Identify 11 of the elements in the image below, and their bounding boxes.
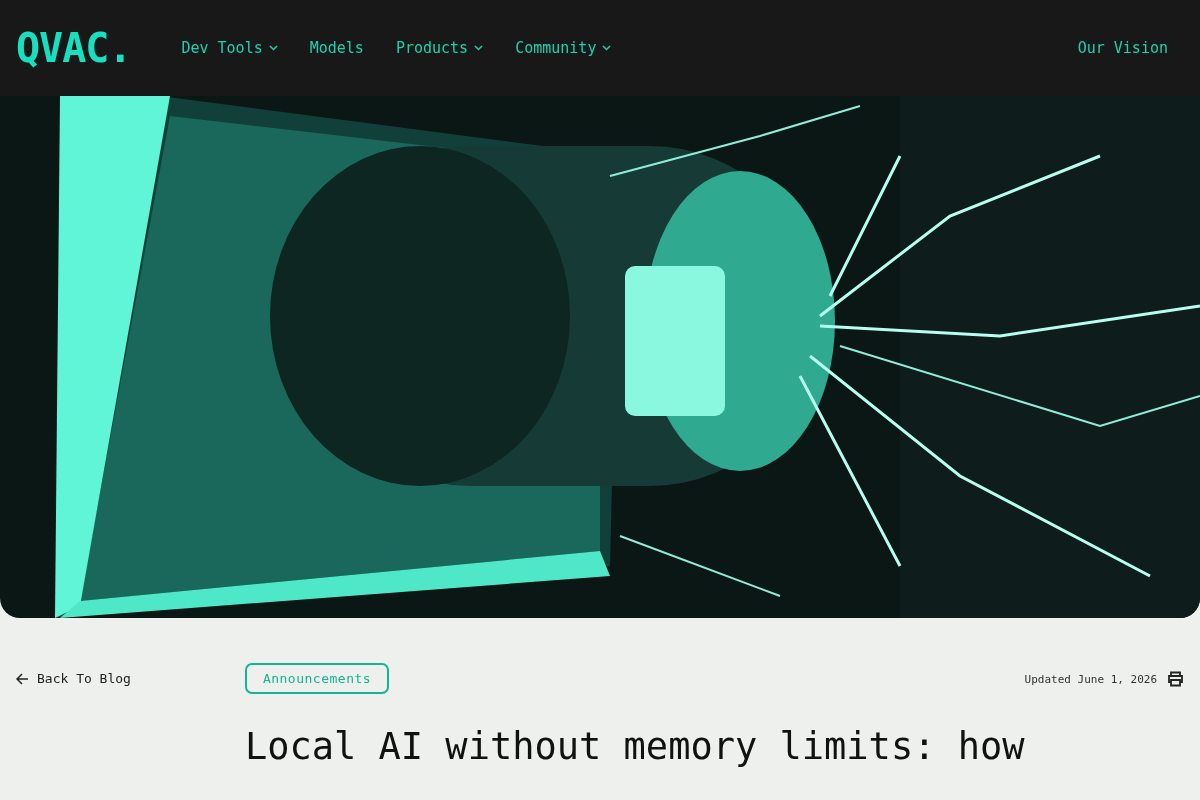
- logo[interactable]: QVAC.: [16, 28, 132, 68]
- arrow-left-icon: [16, 672, 29, 685]
- nav-link[interactable]: Community: [515, 39, 612, 57]
- nav-link[interactable]: Dev Tools: [181, 39, 278, 57]
- nav-link[interactable]: Our Vision: [1077, 39, 1168, 57]
- updated-date: Updated June 1, 2026: [1024, 672, 1157, 686]
- back-link[interactable]: Back To Blog: [16, 671, 245, 686]
- nav-link[interactable]: Products: [395, 39, 484, 57]
- nav-link[interactable]: Models: [309, 39, 364, 57]
- printer-icon[interactable]: [1167, 671, 1184, 687]
- article-title: Local AI without memory limits: how: [244, 724, 1025, 770]
